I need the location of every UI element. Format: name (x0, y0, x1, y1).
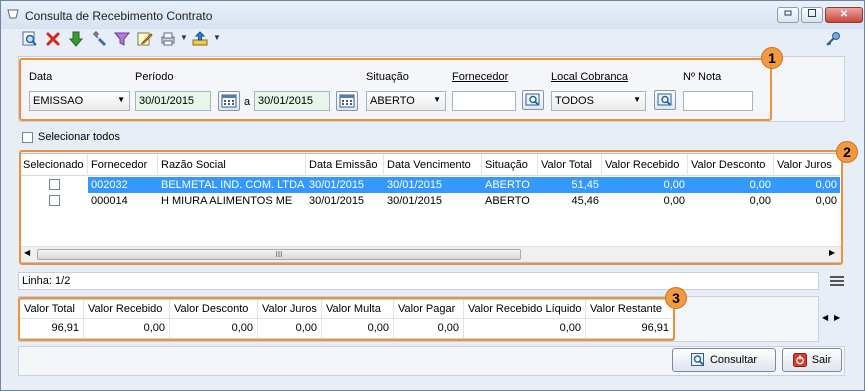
consultar-button[interactable]: Consultar (672, 348, 776, 372)
local-cobranca-select[interactable]: TODOS ▼ (551, 91, 646, 111)
search-icon (690, 353, 704, 366)
situacao-label: Situação (366, 71, 409, 83)
chevron-down-icon: ▼ (633, 95, 641, 104)
local-cobranca-link[interactable]: Local Cobranca (551, 71, 628, 83)
close-icon: ✕ (839, 9, 849, 20)
data-select[interactable]: EMISSAO ▼ (29, 91, 130, 111)
edit-icon[interactable] (137, 31, 153, 47)
row-counter: Linha: 1/2 (22, 275, 71, 287)
export-dropdown-arrow[interactable]: ▼ (213, 33, 221, 42)
callout-badge-1: 1 (761, 47, 783, 69)
search-icon (525, 93, 540, 106)
calendar-to-button[interactable] (336, 91, 358, 111)
delete-icon[interactable] (45, 31, 61, 47)
app-icon (7, 9, 19, 19)
nota-label: Nº Nota (683, 71, 722, 83)
sair-button[interactable]: Sair (782, 348, 842, 372)
close-window-button[interactable]: ✕ (825, 7, 863, 23)
callout-badge-2: 2 (836, 141, 858, 163)
search-icon (657, 93, 672, 106)
print-icon[interactable] (160, 31, 176, 47)
local-cobranca-value: TODOS (555, 95, 594, 107)
minimize-icon (784, 10, 792, 16)
key-icon[interactable] (825, 31, 841, 47)
maximize-icon (808, 9, 816, 17)
calendar-icon (221, 94, 237, 108)
callout-badge-3: 3 (665, 287, 687, 309)
situacao-select-value: ABERTO (370, 95, 415, 107)
chevron-down-icon: ▼ (433, 95, 441, 104)
window-title: Consulta de Recebimento Contrato (25, 9, 213, 23)
fornecedor-link[interactable]: Fornecedor (452, 71, 508, 83)
date-separator: a (244, 96, 251, 108)
local-cobranca-search-button[interactable] (654, 90, 676, 110)
chevron-down-icon: ▼ (117, 95, 125, 104)
filter-icon[interactable] (114, 31, 130, 47)
totals-scroll-right-icon[interactable]: ▶ (834, 313, 840, 322)
print-dropdown-arrow[interactable]: ▼ (180, 33, 188, 42)
title-bar[interactable]: Consulta de Recebimento Contrato ✕ (1, 1, 864, 29)
totals-scroll-left-icon[interactable]: ◀ (822, 313, 828, 322)
callout-box-3 (18, 297, 675, 341)
consultar-label: Consultar (709, 354, 758, 366)
fornecedor-input[interactable] (452, 91, 516, 111)
fornecedor-search-button[interactable] (522, 90, 544, 110)
nota-input[interactable] (683, 91, 753, 111)
date-from-field[interactable]: 30/01/2015 (135, 91, 211, 111)
date-to-field[interactable]: 30/01/2015 (254, 91, 330, 111)
download-icon[interactable] (68, 31, 84, 47)
maximize-button[interactable] (801, 7, 823, 23)
sair-label: Sair (811, 354, 832, 366)
calendar-icon (339, 94, 355, 108)
export-icon[interactable] (192, 31, 208, 47)
calendar-from-button[interactable] (218, 91, 240, 111)
select-all-checkbox[interactable] (22, 132, 33, 143)
tools-icon[interactable] (91, 31, 107, 47)
periodo-label: Período (135, 71, 174, 83)
search-doc-icon[interactable] (22, 31, 38, 47)
callout-box-2 (19, 150, 843, 265)
data-label: Data (29, 71, 53, 83)
status-bar: Linha: 1/2 (18, 272, 819, 290)
data-select-value: EMISSAO (33, 95, 84, 107)
menu-lines-icon[interactable] (829, 275, 845, 287)
exit-icon (792, 353, 807, 367)
situacao-select[interactable]: ABERTO ▼ (366, 91, 446, 111)
select-all-label[interactable]: Selecionar todos (38, 131, 120, 143)
minimize-button[interactable] (777, 7, 799, 23)
